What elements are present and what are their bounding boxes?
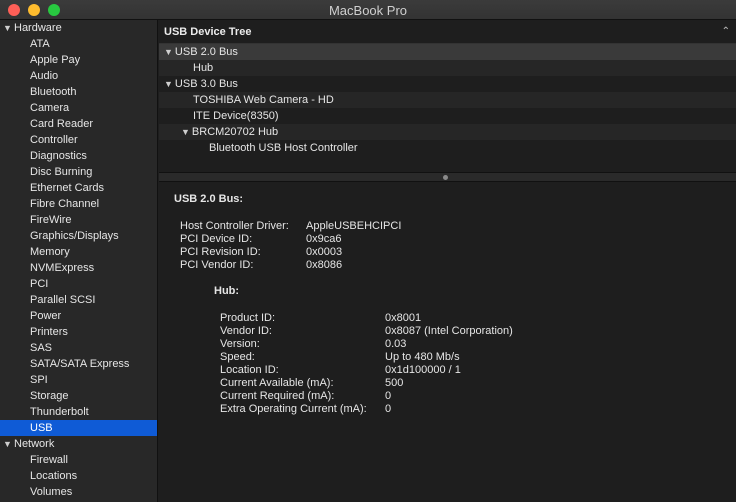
sidebar-item-ethernet-cards[interactable]: Ethernet Cards xyxy=(0,180,157,196)
field-key: PCI Revision ID: xyxy=(180,246,261,258)
title-bar: MacBook Pro xyxy=(0,0,736,20)
tree-row-label: TOSHIBA Web Camera - HD xyxy=(193,94,334,106)
field-value: 0x8086 xyxy=(306,259,343,271)
tree-header-label: USB Device Tree xyxy=(164,26,252,38)
disclosure-triangle-icon[interactable]: ▼ xyxy=(164,79,173,89)
detail-pane: USB 2.0 Bus: Host Controller Driver: Appl… xyxy=(159,182,736,502)
field-key: PCI Vendor ID: xyxy=(180,259,254,271)
field-value: 0.03 xyxy=(385,338,407,350)
sidebar-section-network[interactable]: ▼ Network xyxy=(0,436,157,452)
sidebar-item-diagnostics[interactable]: Diagnostics xyxy=(0,148,157,164)
sidebar-item-firewall[interactable]: Firewall xyxy=(0,452,157,468)
sidebar-item-storage[interactable]: Storage xyxy=(0,388,157,404)
field-value: 0 xyxy=(385,403,392,415)
sidebar-item-usb[interactable]: USB xyxy=(0,420,157,436)
disclosure-triangle-icon[interactable]: ▼ xyxy=(181,127,190,137)
chevron-up-icon[interactable]: ⌃ xyxy=(722,20,730,44)
sidebar-item-disc-burning[interactable]: Disc Burning xyxy=(0,164,157,180)
field-value: 500 xyxy=(385,377,404,389)
sidebar-item-firewire[interactable]: FireWire xyxy=(0,212,157,228)
disclosure-triangle-icon[interactable]: ▼ xyxy=(3,20,12,36)
tree-row-label: Bluetooth USB Host Controller xyxy=(209,142,358,154)
sidebar-item-camera[interactable]: Camera xyxy=(0,100,157,116)
field-key: Vendor ID: xyxy=(220,325,272,337)
tree-header[interactable]: USB Device Tree ⌃ xyxy=(159,20,736,44)
field-key: Product ID: xyxy=(220,312,276,324)
sidebar-item-apple-pay[interactable]: Apple Pay xyxy=(0,52,157,68)
field-key: Version: xyxy=(220,338,260,350)
hub-title: Hub: xyxy=(214,285,240,297)
field-key: Host Controller Driver: xyxy=(180,220,289,232)
disclosure-triangle-icon[interactable]: ▼ xyxy=(3,436,12,452)
sidebar-item-spi[interactable]: SPI xyxy=(0,372,157,388)
field-value: 0x8001 xyxy=(385,312,422,324)
sidebar-item-card-reader[interactable]: Card Reader xyxy=(0,116,157,132)
detail-title: USB 2.0 Bus: xyxy=(174,193,244,205)
field-value: 0x1d100000 / 1 xyxy=(385,364,461,376)
tree-row[interactable]: ITE Device(8350) xyxy=(159,108,736,124)
tree-row[interactable]: Bluetooth USB Host Controller xyxy=(159,140,736,156)
sidebar-item-sas[interactable]: SAS xyxy=(0,340,157,356)
sidebar-section-label: Network xyxy=(14,438,55,450)
sidebar-item-power[interactable]: Power xyxy=(0,308,157,324)
disclosure-triangle-icon[interactable]: ▼ xyxy=(164,47,173,57)
sidebar-item-controller[interactable]: Controller xyxy=(0,132,157,148)
sidebar-item-graphics-displays[interactable]: Graphics/Displays xyxy=(0,228,157,244)
splitter-handle-icon[interactable] xyxy=(443,175,448,180)
sidebar-item-ata[interactable]: ATA xyxy=(0,36,157,52)
tree-row-label: USB 2.0 Bus xyxy=(174,46,238,58)
sidebar-item-audio[interactable]: Audio xyxy=(0,68,157,84)
usb-device-tree: USB Device Tree ⌃ ▼ USB 2.0 Bus Hub ▼ USB 3.… xyxy=(159,20,736,172)
tree-row-label: Hub xyxy=(193,62,214,74)
field-key: Location ID: xyxy=(220,364,279,376)
field-key: Speed: xyxy=(220,351,255,363)
field-key: Extra Operating Current (mA): xyxy=(220,403,367,415)
tree-row[interactable]: ▼ USB 3.0 Bus xyxy=(159,76,736,92)
sidebar-item-bluetooth[interactable]: Bluetooth xyxy=(0,84,157,100)
sidebar: ▼ Hardware ATA Apple Pay Audio Bluetooth Camer… xyxy=(0,20,158,502)
field-value: AppleUSBEHCIPCI xyxy=(306,220,402,232)
sidebar-item-parallel-scsi[interactable]: Parallel SCSI xyxy=(0,292,157,308)
tree-row-label: BRCM20702 Hub xyxy=(191,126,279,138)
sidebar-item-sata-sata-express[interactable]: SATA/SATA Express xyxy=(0,356,157,372)
field-key: Current Required (mA): xyxy=(220,390,335,402)
pane-splitter[interactable] xyxy=(159,172,736,182)
sidebar-item-nvmexpress[interactable]: NVMExpress xyxy=(0,260,157,276)
sidebar-item-thunderbolt[interactable]: Thunderbolt xyxy=(0,404,157,420)
tree-row[interactable]: ▼ USB 2.0 Bus xyxy=(159,44,736,60)
tree-row[interactable]: TOSHIBA Web Camera - HD xyxy=(159,92,736,108)
field-value: Up to 480 Mb/s xyxy=(385,351,460,363)
tree-row[interactable]: ▼ BRCM20702 Hub xyxy=(159,124,736,140)
field-value: 0x8087 (Intel Corporation) xyxy=(385,325,513,337)
tree-row-label: USB 3.0 Bus xyxy=(174,78,238,90)
tree-row-label: ITE Device(8350) xyxy=(193,110,279,122)
sidebar-section-label: Hardware xyxy=(14,22,62,34)
field-value: 0x9ca6 xyxy=(306,233,342,245)
tree-row[interactable]: Hub xyxy=(159,60,736,76)
sidebar-item-printers[interactable]: Printers xyxy=(0,324,157,340)
sidebar-item-memory[interactable]: Memory xyxy=(0,244,157,260)
field-value: 0 xyxy=(385,390,392,402)
field-value: 0x0003 xyxy=(306,246,343,258)
window-title: MacBook Pro xyxy=(328,3,408,18)
sidebar-item-fibre-channel[interactable]: Fibre Channel xyxy=(0,196,157,212)
sidebar-section-hardware[interactable]: ▼ Hardware xyxy=(0,20,157,36)
field-key: Current Available (mA): xyxy=(220,377,334,389)
field-key: PCI Device ID: xyxy=(180,233,253,245)
sidebar-item-pci[interactable]: PCI xyxy=(0,276,157,292)
sidebar-item-locations[interactable]: Locations xyxy=(0,468,157,484)
sidebar-item-volumes[interactable]: Volumes xyxy=(0,484,157,500)
